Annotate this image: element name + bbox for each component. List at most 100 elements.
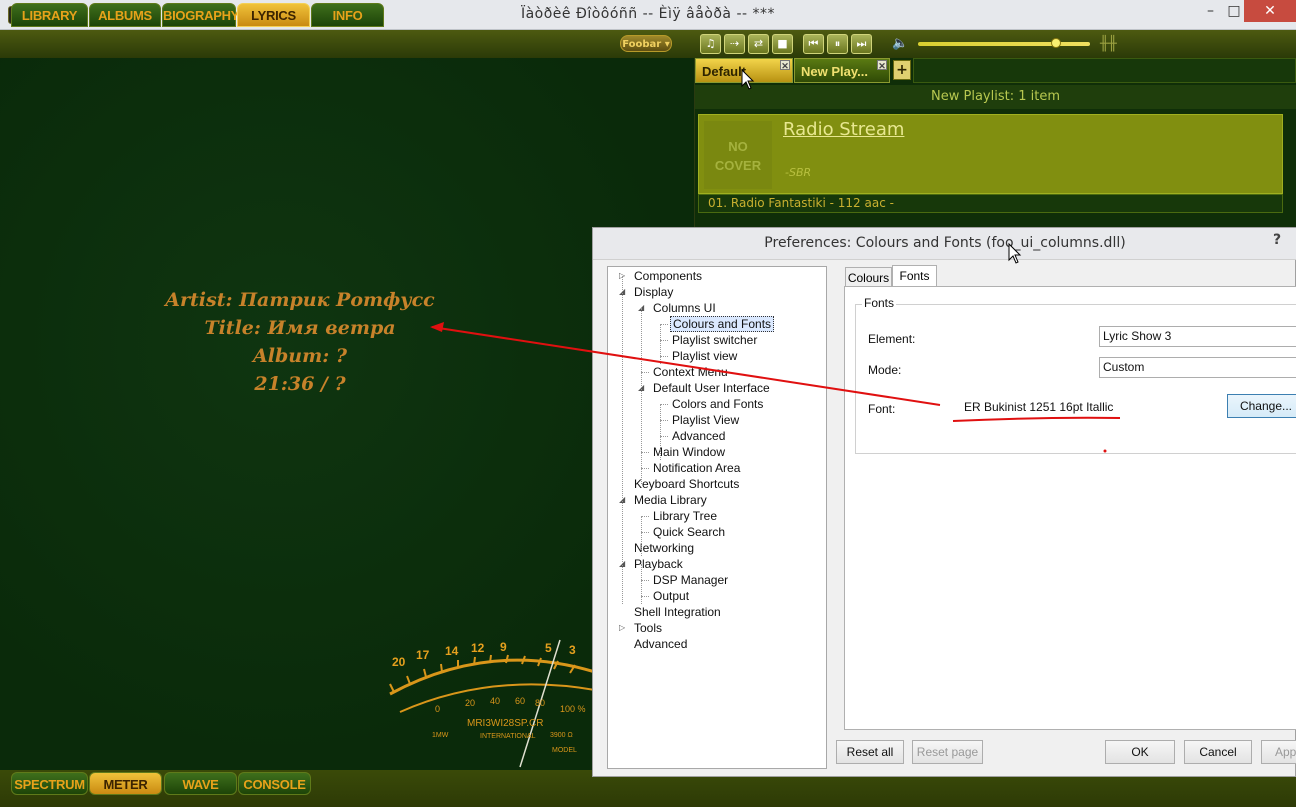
tree-connector bbox=[641, 516, 649, 517]
meter-small-text: 3900 Ω bbox=[550, 732, 573, 739]
follow-cursor-icon[interactable]: ⇢ bbox=[724, 34, 745, 54]
tree-guide-line bbox=[660, 324, 661, 364]
tree-item[interactable]: Playlist View bbox=[670, 412, 741, 428]
font-label: Font: bbox=[868, 402, 896, 416]
playlist-tab-default[interactable]: Default ✕ bbox=[695, 58, 793, 83]
stop-button[interactable]: ■ bbox=[772, 34, 793, 54]
meter-small-text: MODEL bbox=[552, 747, 577, 754]
tree-item[interactable]: Notification Area bbox=[651, 460, 742, 476]
tree-item[interactable]: Quick Search bbox=[651, 524, 727, 540]
tree-item[interactable]: Output bbox=[651, 588, 691, 604]
minimize-button[interactable]: – bbox=[1197, 0, 1224, 22]
meter-inner-label: 60 bbox=[515, 696, 525, 706]
tab-console[interactable]: CONSOLE bbox=[238, 772, 311, 795]
playlist-tab-label: New Play... bbox=[801, 64, 868, 79]
playlist-header: New Playlist: 1 item bbox=[695, 85, 1296, 109]
close-tab-icon[interactable]: ✕ bbox=[780, 60, 790, 71]
tree-connector bbox=[641, 468, 649, 469]
tree-item[interactable]: Display bbox=[632, 284, 675, 300]
playlist-track-row[interactable]: 01. Radio Fantastiki - 112 aac - bbox=[698, 194, 1283, 213]
tree-item[interactable]: Colours and Fonts bbox=[670, 316, 775, 332]
group-title[interactable]: Radio Stream bbox=[783, 119, 904, 140]
tree-item[interactable]: Playlist switcher bbox=[670, 332, 759, 348]
volume-slider-knob[interactable] bbox=[1050, 38, 1061, 48]
tree-item[interactable]: Advanced bbox=[632, 636, 689, 652]
help-button[interactable]: ? bbox=[1273, 232, 1281, 248]
tree-item[interactable]: Tools bbox=[632, 620, 664, 636]
tree-item[interactable]: Keyboard Shortcuts bbox=[632, 476, 741, 492]
apply-button[interactable]: Apply bbox=[1261, 740, 1296, 764]
preferences-dialog: Preferences: Colours and Fonts (foo_ui_c… bbox=[592, 227, 1296, 777]
tab-biography[interactable]: BIOGRAPHY bbox=[162, 3, 239, 27]
meter-inner-label: 40 bbox=[490, 696, 500, 706]
element-select[interactable]: Lyric Show 3 ▾ bbox=[1099, 326, 1296, 347]
tab-albums[interactable]: ALBUMS bbox=[89, 3, 161, 27]
playlist-icon[interactable]: ♫ bbox=[700, 34, 721, 54]
tree-item[interactable]: Advanced bbox=[670, 428, 727, 444]
tree-item[interactable]: Shell Integration bbox=[632, 604, 723, 620]
tab-info[interactable]: INFO bbox=[311, 3, 384, 27]
change-font-button[interactable]: Change... bbox=[1227, 394, 1296, 418]
tree-item[interactable]: Colors and Fonts bbox=[670, 396, 765, 412]
tree-guide-line bbox=[641, 516, 642, 556]
cancel-button[interactable]: Cancel bbox=[1184, 740, 1252, 764]
pause-button[interactable]: ⏸ bbox=[827, 34, 848, 54]
tab-lyrics[interactable]: LYRICS bbox=[237, 3, 310, 27]
mode-select[interactable]: Custom ▾ bbox=[1099, 357, 1296, 378]
tab-fonts[interactable]: Fonts bbox=[892, 265, 937, 288]
meter-label: 12 bbox=[471, 641, 485, 655]
dialog-title: Preferences: Colours and Fonts (foo_ui_c… bbox=[593, 228, 1296, 260]
tree-connector bbox=[660, 420, 668, 421]
tree-item[interactable]: Media Library bbox=[632, 492, 709, 508]
tree-item[interactable]: Main Window bbox=[651, 444, 727, 460]
tree-item[interactable]: Components bbox=[632, 268, 704, 284]
tree-connector bbox=[660, 404, 668, 405]
tree-item[interactable]: DSP Manager bbox=[651, 572, 730, 588]
tree-connector bbox=[660, 340, 668, 341]
reset-page-button[interactable]: Reset page bbox=[912, 740, 983, 764]
tree-item[interactable]: Playback bbox=[632, 556, 685, 572]
playlist-tab-strip: ▼ bbox=[913, 58, 1296, 83]
tab-wave[interactable]: WAVE bbox=[164, 772, 237, 795]
lyric-title: Title: Имя ветра bbox=[204, 317, 396, 339]
lyric-time: 21:36 / ? bbox=[254, 373, 346, 395]
equalizer-icon[interactable]: ╫╫ bbox=[1100, 34, 1122, 54]
add-playlist-button[interactable]: + bbox=[893, 60, 911, 80]
playlist-group[interactable]: NO COVER Radio Stream -SBR bbox=[698, 114, 1283, 194]
maximize-button[interactable]: □ bbox=[1224, 0, 1244, 22]
preferences-tree[interactable]: ▷ Components ◢ Display ◢ Columns UI Colours an… bbox=[607, 266, 827, 769]
previous-button[interactable]: ⏮ bbox=[803, 34, 824, 54]
tree-item[interactable]: Library Tree bbox=[651, 508, 719, 524]
lyric-album: Album: ? bbox=[253, 345, 347, 367]
tab-colours[interactable]: Colours bbox=[845, 267, 892, 288]
tree-item[interactable]: Columns UI bbox=[651, 300, 718, 316]
volume-slider[interactable] bbox=[918, 42, 1090, 46]
volume-icon[interactable]: 🔈 bbox=[892, 36, 908, 52]
foobar-window: Ïàòðèê Ðîòôóññ -- Èìÿ âåòðà -- *** – □ ✕… bbox=[0, 0, 1296, 807]
reset-all-button[interactable]: Reset all bbox=[836, 740, 904, 764]
next-button[interactable]: ⏭ bbox=[851, 34, 872, 54]
tree-item[interactable]: Default User Interface bbox=[651, 380, 772, 396]
lyric-artist: Artist: Патрик Ротфусс bbox=[165, 289, 435, 311]
tree-connector bbox=[641, 580, 649, 581]
foobar-menu-button[interactable]: Foobar ▾ bbox=[620, 35, 672, 52]
vu-meter: 20 17 14 12 9 5 3 0 20 40 60 80 100 % MR… bbox=[380, 632, 595, 770]
tree-item[interactable]: Playlist view bbox=[670, 348, 739, 364]
element-label: Element: bbox=[868, 332, 916, 346]
ok-button[interactable]: OK bbox=[1105, 740, 1175, 764]
meter-label: 17 bbox=[416, 648, 430, 662]
tab-meter[interactable]: METER bbox=[89, 772, 162, 795]
meter-label: 20 bbox=[392, 655, 406, 669]
tab-library[interactable]: LIBRARY bbox=[11, 3, 88, 27]
close-button[interactable]: ✕ bbox=[1244, 0, 1296, 22]
group-label: Fonts bbox=[862, 296, 897, 310]
tree-connector bbox=[641, 452, 649, 453]
close-tab-icon[interactable]: ✕ bbox=[877, 60, 887, 71]
shuffle-icon[interactable]: ⇄ bbox=[748, 34, 769, 54]
tree-connector bbox=[641, 372, 649, 373]
tree-item[interactable]: Context Menu bbox=[651, 364, 730, 380]
tab-spectrum[interactable]: SPECTRUM bbox=[11, 772, 88, 795]
playlist-tab-new[interactable]: New Play... ✕ bbox=[794, 58, 890, 83]
meter-model-text: MRI3WI28SP.CR bbox=[467, 718, 544, 729]
tree-expander-icon[interactable]: ▷ bbox=[619, 620, 625, 636]
